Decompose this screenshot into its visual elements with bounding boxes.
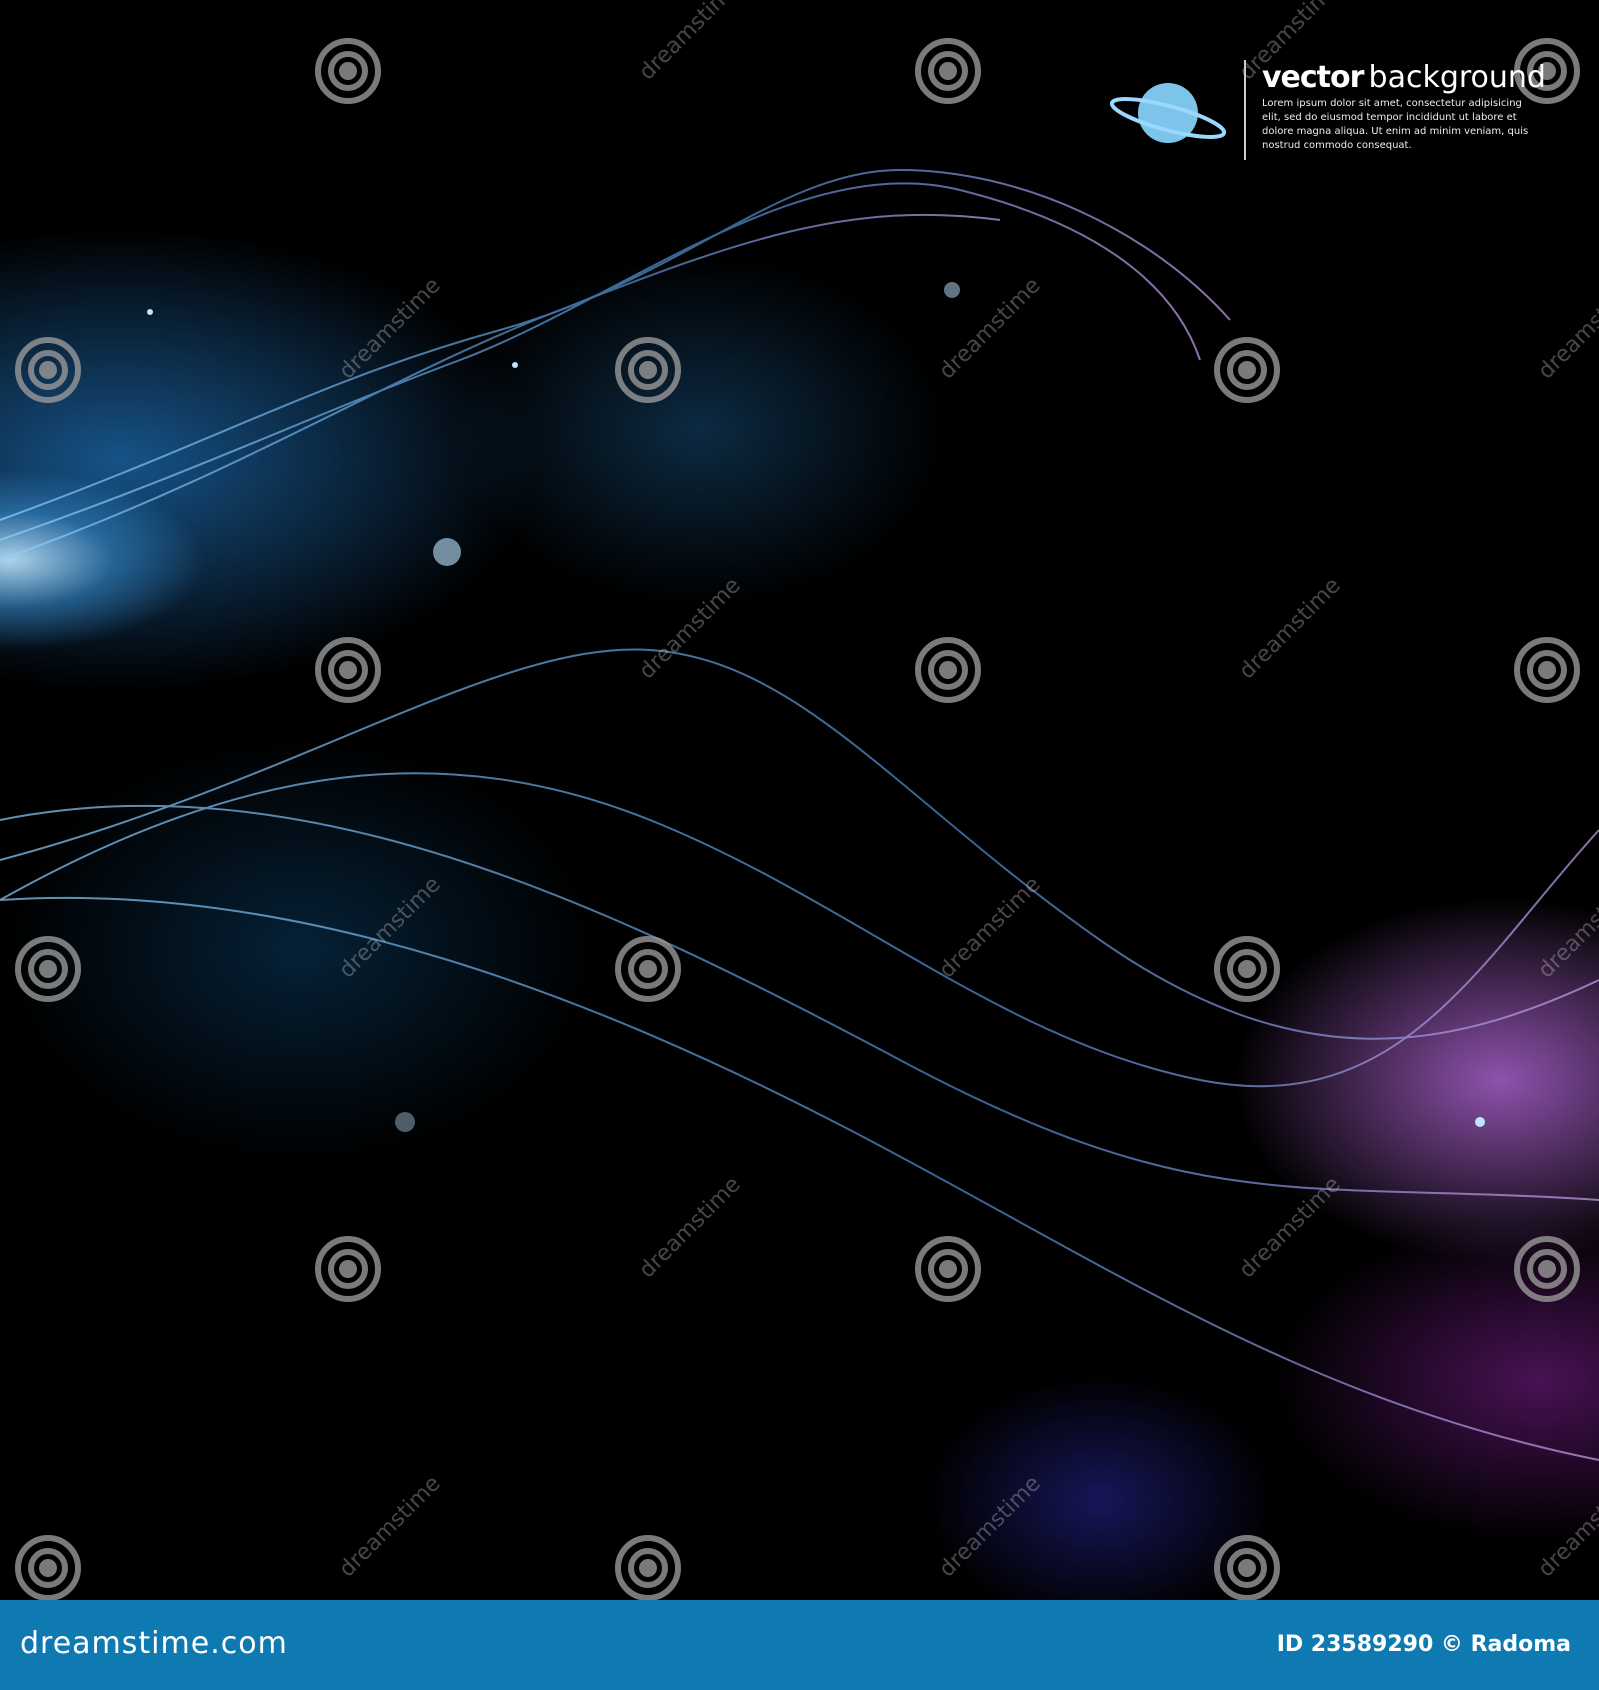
watermark-text: dreamstime (935, 273, 1046, 384)
watermark-text: dreamstime (1534, 872, 1599, 983)
watermark-text: dreamstime (935, 872, 1046, 983)
watermark-text: dreamstime (1235, 1172, 1346, 1283)
watermark-spiral-icon (615, 337, 681, 403)
watermark-text: dreamstime (1534, 273, 1599, 384)
watermark-spiral-icon (1514, 637, 1580, 703)
watermark-text: dreamstime (335, 1471, 446, 1582)
watermark-spiral-icon (615, 936, 681, 1002)
watermark-spiral-icon (1214, 1535, 1280, 1600)
footer-logo[interactable]: dreamstime.com (20, 1626, 288, 1661)
watermark-spiral-icon (315, 1236, 381, 1302)
watermark-text: dreamstime (635, 0, 746, 85)
headline-block: vector background Lorem ipsum dolor sit … (1244, 60, 1546, 160)
watermark-spiral-icon (1214, 337, 1280, 403)
watermark-spiral-icon (915, 38, 981, 104)
headline-bold: vector (1262, 60, 1364, 95)
watermark-text: dreamstime (335, 872, 446, 983)
watermark-spiral-icon (1514, 1236, 1580, 1302)
watermark-spiral-icon (915, 637, 981, 703)
image-credit: ID 23589290 © Radoma (1276, 1632, 1571, 1657)
watermark-spiral-icon (915, 1236, 981, 1302)
stock-image: dreamstime dreamstime dreamstime dreamstime… (0, 0, 1599, 1690)
watermark-spiral-icon (315, 38, 381, 104)
watermark-spiral-icon (15, 936, 81, 1002)
watermark-spiral-icon (315, 637, 381, 703)
watermark-spiral-icon (15, 1535, 81, 1600)
watermark-text: dreamstime (335, 273, 446, 384)
headline-body: Lorem ipsum dolor sit amet, consectetur … (1262, 98, 1529, 151)
watermark-text: dreamstime (635, 573, 746, 684)
watermark-text: dreamstime (635, 1172, 746, 1283)
watermark-text: dreamstime (935, 1471, 1046, 1582)
footer-bar: dreamstime.com ID 23589290 © Radoma (0, 1600, 1599, 1690)
watermark-text: dreamstime (1235, 573, 1346, 684)
watermark-spiral-icon (15, 337, 81, 403)
watermark-spiral-icon (1214, 936, 1280, 1002)
watermark-layer: dreamstime dreamstime dreamstime dreamstime… (15, 0, 1599, 1600)
watermark-spiral-icon (615, 1535, 681, 1600)
watermark-text: dreamstime (1534, 1471, 1599, 1582)
headline-regular: background (1368, 60, 1546, 95)
